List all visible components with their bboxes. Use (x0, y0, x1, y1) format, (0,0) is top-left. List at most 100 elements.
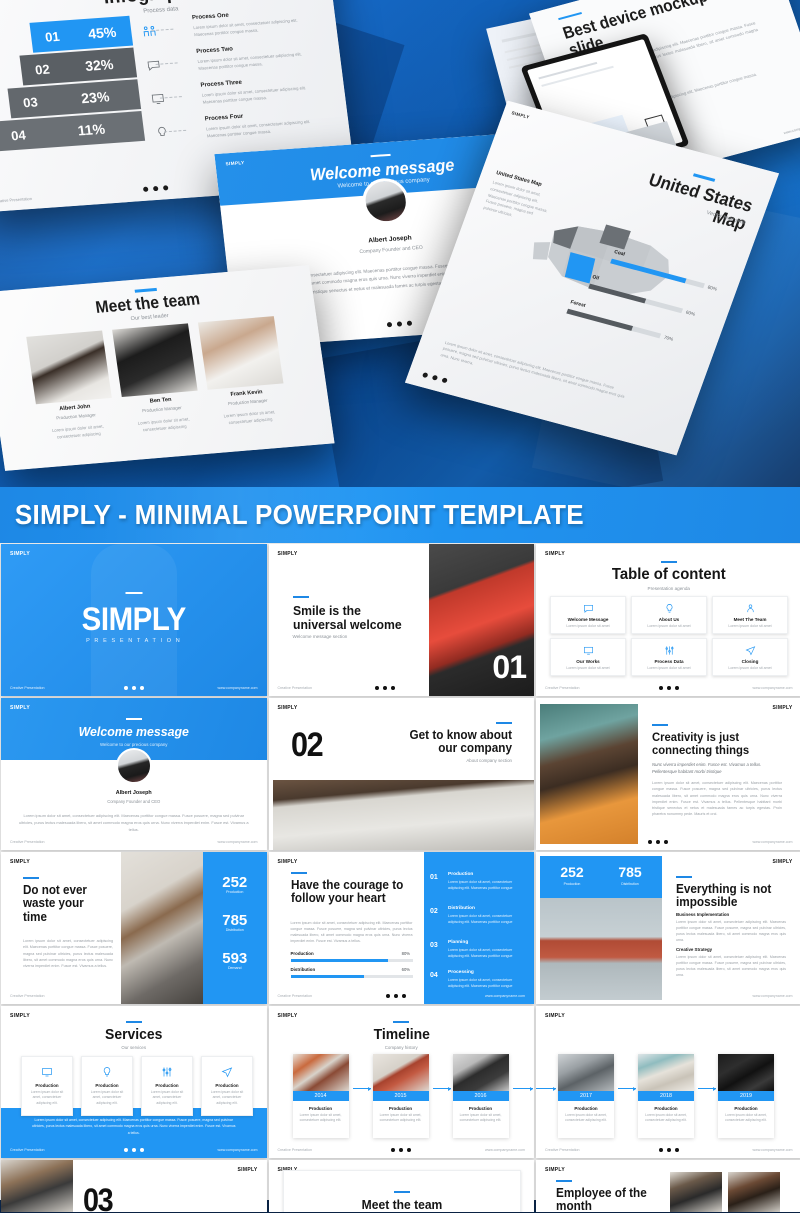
footer-left: Creative Presentation (10, 994, 45, 998)
courage-title: Have the courage to follow your heart (290, 878, 403, 906)
slide-courage[interactable]: SIMPLY 01 Production Lorem ipsum dolor s… (268, 852, 534, 1004)
stats-panel: 252 Production 785 Distribution 593 Dema… (203, 852, 267, 1004)
footer-right: www.companyname.com (217, 1148, 258, 1152)
service-title: Production (35, 1082, 59, 1088)
step-number: 02 (34, 61, 51, 78)
footer-left: Creative Presentation (10, 686, 45, 690)
accent-rule (496, 722, 512, 724)
welcome-body: Lorem ipsum dolor sit amet, consectetuer… (18, 813, 249, 833)
timeline-year: 2014 (292, 1091, 349, 1101)
timeline-item[interactable]: 2016 Production Lorem ipsum dolor sit am… (452, 1054, 509, 1138)
slide-logo: SIMPLY (10, 551, 30, 557)
service-card[interactable]: Production Lorem ipsum dolor sit amet, c… (21, 1056, 73, 1116)
bar-value: 70% (663, 334, 674, 342)
section-body: Lorem ipsum dolor sit amet, consectetuer… (676, 920, 786, 942)
toc-item-meet-the-team[interactable]: Meet The Team Lorem ipsum dolor sit amet (712, 596, 788, 634)
slide-number: 02 (290, 726, 324, 764)
bar-value: 80% (707, 284, 718, 292)
slide-waste-time[interactable]: SIMPLY 252 Production 785 Distribution 5… (1, 852, 267, 1004)
toc-item-desc: Lorem ipsum dolor sit amet (728, 623, 772, 628)
accent-rule (290, 872, 307, 874)
slide-not-impossible[interactable]: SIMPLY 252 Production 785 Distribution E… (536, 852, 800, 1004)
slide-table-of-content[interactable]: SIMPLY Table of content Presentation age… (536, 544, 800, 696)
toc-item-welcome-message[interactable]: Welcome Message Lorem ipsum dolor sit am… (550, 596, 626, 634)
process-desc: Lorem ipsum dolor sit amet, consectetuer… (448, 978, 513, 988)
service-card[interactable]: Production Lorem ipsum dolor sit amet, c… (81, 1056, 133, 1116)
timeline-item[interactable]: 2018 Production Lorem ipsum dolor sit am… (638, 1054, 694, 1138)
slide-number: 01 (492, 649, 527, 685)
step-percent: 45% (87, 23, 118, 42)
team-photo (112, 323, 198, 398)
timeline-connector (618, 1086, 636, 1091)
slide-creativity[interactable]: SIMPLY Creativity is just connecting thi… (536, 698, 800, 850)
slide-logo: SIMPLY (545, 1013, 565, 1019)
timeline-item[interactable]: 2014 Production Lorem ipsum dolor sit am… (292, 1054, 349, 1138)
paper-plane-icon (221, 1067, 233, 1078)
lightbulb-icon (158, 126, 166, 136)
slide-section-03[interactable]: SIMPLY 03 (1, 1160, 267, 1212)
photo-silver-car (272, 780, 534, 850)
process-desc: Lorem ipsum dolor sit amet, consectetuer… (448, 914, 513, 924)
map-bottom-body: Lorem ipsum dolor sit amet, consectetuer… (439, 339, 626, 400)
toc-item-about-us[interactable]: About Us Lorem ipsum dolor sit amet (631, 596, 707, 634)
services-subtitle: Our services (121, 1045, 147, 1050)
toc-item-desc: Lorem ipsum dolor sit amet (647, 665, 691, 670)
slide-meet-the-team-2[interactable]: SIMPLY Meet the team Our best leader (268, 1160, 534, 1212)
process-title: Production (448, 872, 474, 877)
about-title: Get to know about our company (409, 728, 512, 756)
slide-logo: SIMPLY (277, 551, 298, 557)
slide-grid: SIMPLY SIMPLY P R E S E N T A T I O N Cr… (0, 543, 800, 1212)
step-number: 04 (10, 126, 27, 143)
toc-item-title: Closing (741, 658, 759, 664)
lightbulb-icon (666, 603, 672, 612)
footer-left: Creative Presentation (545, 1148, 580, 1152)
photo-bridge (540, 898, 662, 1000)
photo-woman-hat (540, 704, 638, 844)
timeline-item[interactable]: 2015 Production Lorem ipsum dolor sit am… (372, 1054, 429, 1138)
creativity-title: Creativity is just connecting things (652, 730, 750, 757)
service-title: Production (155, 1082, 179, 1088)
service-card[interactable]: Production Lorem ipsum dolor sit amet, c… (201, 1056, 253, 1116)
toc-item-desc: Lorem ipsum dolor sit amet (566, 665, 610, 670)
footer-right: www.companyname.com (217, 840, 258, 844)
toc-item-closing[interactable]: Closing Lorem ipsum dolor sit amet (712, 638, 788, 676)
slide-cover[interactable]: SIMPLY SIMPLY P R E S E N T A T I O N Cr… (1, 544, 267, 696)
toc-item-our-works[interactable]: Our Works Lorem ipsum dolor sit amet (550, 638, 626, 676)
slide-services[interactable]: SIMPLY Services Our services Production … (1, 1006, 267, 1158)
slide-dots (375, 686, 396, 690)
slide-timeline-a[interactable]: SIMPLY Timeline Company history 2014 Pro… (268, 1006, 534, 1158)
timeline-item-desc: Lorem ipsum dolor sit amet, consectetuer… (565, 1113, 607, 1123)
timeline-subtitle: Company history (384, 1045, 418, 1050)
toc-item-process-data[interactable]: Process Data Lorem ipsum dolor sit amet (631, 638, 707, 676)
hero-slide-team: Meet the team Our best leader Albert Joh… (0, 265, 335, 471)
service-card[interactable]: Production Lorem ipsum dolor sit amet, c… (141, 1056, 193, 1116)
photo-employee (670, 1172, 722, 1212)
speech-bubble-icon (147, 60, 160, 71)
timeline-item-desc: Lorem ipsum dolor sit amet, consectetuer… (459, 1113, 502, 1123)
slide-welcome-message[interactable]: SIMPLY Welcome message Welcome to our pr… (1, 698, 267, 850)
stat-value: 252 (560, 864, 584, 880)
member-desc: Lorem ipsum dolor sit amet, consectetuer… (223, 409, 276, 426)
process-title: Distribution (448, 906, 475, 911)
creativity-body: Lorem ipsum dolor sit amet, consectetuer… (652, 781, 782, 817)
slide-logo: SIMPLY (772, 859, 793, 865)
timeline-item[interactable]: 2019 Production Lorem ipsum dolor sit am… (718, 1054, 774, 1138)
slide-dots (648, 840, 669, 844)
slide-timeline-b[interactable]: SIMPLY 2017 Production Lorem ipsum dolor… (536, 1006, 800, 1158)
slide-smile[interactable]: SIMPLY 01 Smile is the universal welcome… (268, 544, 534, 696)
accent-rule (125, 592, 143, 595)
timeline-connector (432, 1086, 451, 1091)
slide-about-company[interactable]: SIMPLY 02 Get to know about our company … (268, 698, 534, 850)
lightbulb-icon (103, 1066, 111, 1077)
team-photo (26, 330, 112, 405)
slide-dots (385, 994, 406, 998)
footer-left: Creative Presentation (10, 840, 45, 844)
stat-label: Production (563, 882, 581, 886)
slide-employee-of-the-month[interactable]: SIMPLY Employee of the month (536, 1160, 800, 1212)
timeline-item[interactable]: 2017 Production Lorem ipsum dolor sit am… (558, 1054, 614, 1138)
accent-rule (393, 1021, 410, 1023)
slide-number: 03 (83, 1182, 114, 1212)
waste-title: Do not ever waste your time (23, 883, 87, 924)
welcome-title: Welcome message (78, 724, 189, 739)
bar-label: Distribution (290, 967, 316, 972)
